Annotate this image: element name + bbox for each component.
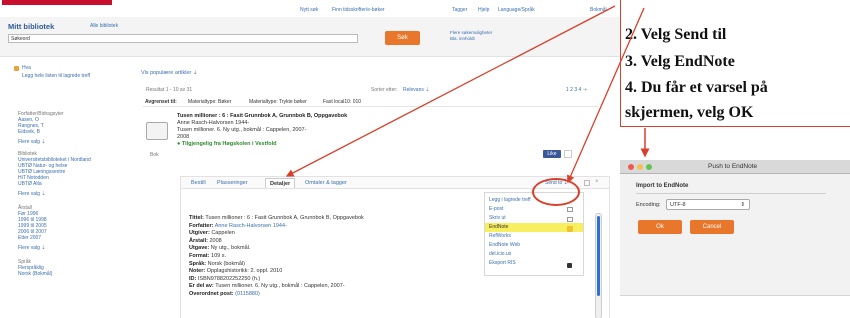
detail-row: Forfatter: Anne Rasch-Halvorsen 1944- xyxy=(189,222,287,229)
tab-my-library[interactable]: Mitt bibliotek xyxy=(8,22,78,32)
saved-icon xyxy=(14,66,19,71)
menu-icon xyxy=(567,263,572,268)
facet-author: Forfatter/Bidragsyter Aasen, O Rangnes, … xyxy=(18,111,123,145)
facet-language: Språk Flerspråklig Norsk (Bokmål) xyxy=(18,259,123,277)
availability-status[interactable]: ● Tilgjengelig fra Høgskolen i Vestfold xyxy=(177,141,277,147)
detail-row: Noter: Opplagshistorikk: 2. oppl. 2010 xyxy=(189,268,283,275)
facet-item[interactable]: UBTØ Alta xyxy=(18,181,123,187)
facet-item[interactable]: Eidsvik, B xyxy=(18,129,123,135)
tab-reviews[interactable]: Omtaler & tagger xyxy=(301,178,351,188)
menu-delicious[interactable]: del.icio.us xyxy=(485,250,583,259)
facet-library: Bibliotek Universitetsbiblioteket i Nord… xyxy=(18,151,123,197)
catalogue-screenshot: Nytt søk Finn tidsskrifter/e-bøker Tagge… xyxy=(0,0,620,318)
menu-icon xyxy=(567,207,573,212)
menu-endnote-web[interactable]: EndNote Web xyxy=(485,241,583,250)
record-item: Bok Tusen millioner : 6 : Fasit Grunnbok… xyxy=(141,110,601,165)
dialog-footer xyxy=(620,296,850,318)
dialog-title: Push to EndNote xyxy=(708,163,758,170)
top-nav: Nytt søk Finn tidsskrifter/e-bøker Tagge… xyxy=(300,7,620,15)
refine-chip[interactable]: Materialtype: Trykte bøker xyxy=(249,99,307,105)
instruction-step-2: 2. Velg Send til xyxy=(625,26,727,43)
facet-year: Årstall Før 1996 1996 til 1998 1999 til … xyxy=(18,205,123,251)
encoding-select[interactable]: UTF-8 ⇕ xyxy=(666,199,750,210)
nav-help[interactable]: Hjelp xyxy=(478,7,489,13)
facet-item[interactable]: Norsk (Bokmål) xyxy=(18,271,123,277)
cancel-button[interactable]: Cancel xyxy=(690,220,734,234)
zoom-icon[interactable] xyxy=(646,164,652,170)
record-author: Anne Rasch-Halvorsen 1944- xyxy=(177,120,250,126)
paging[interactable]: 1 2 3 4 ⇢ xyxy=(566,87,587,93)
details-list: Tittel: Tusen millioner : 6 : Fasit Grun… xyxy=(189,215,499,299)
encoding-label: Encoding: xyxy=(636,202,661,208)
facet-more-link[interactable]: Flere valg ⇣ xyxy=(18,191,123,197)
detail-row: Språk: Norsk (bokmål) xyxy=(189,260,245,267)
search-input[interactable]: Søkeord xyxy=(8,34,358,43)
tab-locations[interactable]: Plasseringer xyxy=(213,178,252,188)
detail-row: Utgiver: Cappelen xyxy=(189,230,235,237)
facet-more-link[interactable]: Flere valg ⇣ xyxy=(18,245,123,251)
nav-language[interactable]: Language/Språk xyxy=(498,7,535,13)
tab-order[interactable]: Bestill xyxy=(187,178,210,188)
detail-row: Er del av: Tusen millioner. 6. Ny utg., … xyxy=(189,283,345,290)
send-to-menu: Legg i lagrede treff E-post Skriv ut End… xyxy=(484,192,584,276)
facet-item[interactable]: Etter 2007 xyxy=(18,235,123,241)
advanced-search-link[interactable]: Flere søkemuligheter Bla. innholdt xyxy=(450,30,492,41)
record-edition: Tusen millioner. 6. Ny utg., bokmål : Ca… xyxy=(177,127,307,133)
minimize-icon[interactable] xyxy=(637,164,643,170)
tab-icon[interactable] xyxy=(584,180,590,186)
nav-new-search[interactable]: Nytt søk xyxy=(300,7,318,13)
annotation-circle xyxy=(532,178,580,206)
detail-row: Tittel: Tusen millioner : 6 : Fasit Grun… xyxy=(189,215,364,221)
menu-icon xyxy=(567,217,573,222)
add-all-to-saved-link[interactable]: Legg hele listen til lagrede treff xyxy=(22,73,90,80)
saved-label[interactable]: Hva xyxy=(22,65,31,71)
chevron-down-icon: ⇕ xyxy=(740,202,745,208)
left-sidebar: Hva Legg hele listen til lagrede treff F… xyxy=(14,65,123,318)
sort-dropdown[interactable]: Relevans ⇣ xyxy=(403,87,429,93)
like-button[interactable]: Like xyxy=(543,150,561,158)
search-button[interactable]: Søk xyxy=(385,31,420,45)
instruction-step-4-cont: skjermen, velg OK xyxy=(625,104,754,121)
tab-details[interactable]: Detaljer xyxy=(265,178,296,188)
detail-row: Utgave: Ny utg., bokmål. xyxy=(189,245,251,252)
results-toolbar: Resultat 1 - 10 av 31 Sorter etter: Rele… xyxy=(141,85,601,95)
details-scrollbar[interactable] xyxy=(595,213,602,318)
dialog-body: Import to EndNote Encoding: UTF-8 ⇕ Ok C… xyxy=(620,174,850,318)
menu-icon xyxy=(567,226,573,232)
dialog-divider xyxy=(636,193,826,194)
dialog-section-title: Import to EndNote xyxy=(636,183,689,189)
search-input-text: Søkeord xyxy=(11,36,30,42)
record-year: 2008 xyxy=(177,134,190,140)
record-title[interactable]: Tusen millioner : 6 : Fasit Grunnbok A, … xyxy=(177,113,347,119)
sort-label: Sorter etter: xyxy=(371,87,398,93)
instruction-step-3: 3. Velg EndNote xyxy=(625,53,735,70)
instruction-step-4: 4. Du får et varsel på xyxy=(625,79,768,96)
format-label: Bok xyxy=(150,152,159,158)
close-icon[interactable]: × xyxy=(595,179,599,185)
nav-tags[interactable]: Tagger xyxy=(452,7,467,13)
refined-bar: Avgrenset til: Materialtype: Bøker Mater… xyxy=(143,97,598,107)
refined-label: Avgrenset til: xyxy=(145,99,177,105)
detail-row: Format: 109 s. xyxy=(189,252,226,259)
close-icon[interactable] xyxy=(628,164,634,170)
nav-bokmal[interactable]: Bokmål xyxy=(590,7,607,13)
result-count: Resultat 1 - 10 av 31 xyxy=(146,87,193,93)
facet-more-link[interactable]: Flere valg ⇣ xyxy=(18,139,123,145)
refine-chip[interactable]: Fast local10: 010 xyxy=(323,99,361,105)
endnote-dialog: Push to EndNote Import to EndNote Encodi… xyxy=(620,160,850,318)
ok-button[interactable]: Ok xyxy=(638,220,682,234)
dialog-titlebar: Push to EndNote xyxy=(620,160,850,174)
saved-block: Hva Legg hele listen til lagrede treff xyxy=(14,65,123,101)
brand-logo xyxy=(2,0,112,5)
menu-refworks[interactable]: RefWorks xyxy=(485,232,583,241)
tab-all-libraries[interactable]: Alle bibliotek xyxy=(90,23,118,29)
nav-find-journals[interactable]: Finn tidsskrifter/e-bøker xyxy=(332,7,385,13)
detail-row: Overordnet post: (0115880) xyxy=(189,290,260,297)
scroll-thumb[interactable] xyxy=(597,216,600,296)
popular-articles-link[interactable]: Vis populære artikler ⇣ xyxy=(141,70,197,76)
like-count xyxy=(564,150,572,158)
refine-chip[interactable]: Materialtype: Bøker xyxy=(188,99,231,105)
book-icon xyxy=(146,122,168,140)
